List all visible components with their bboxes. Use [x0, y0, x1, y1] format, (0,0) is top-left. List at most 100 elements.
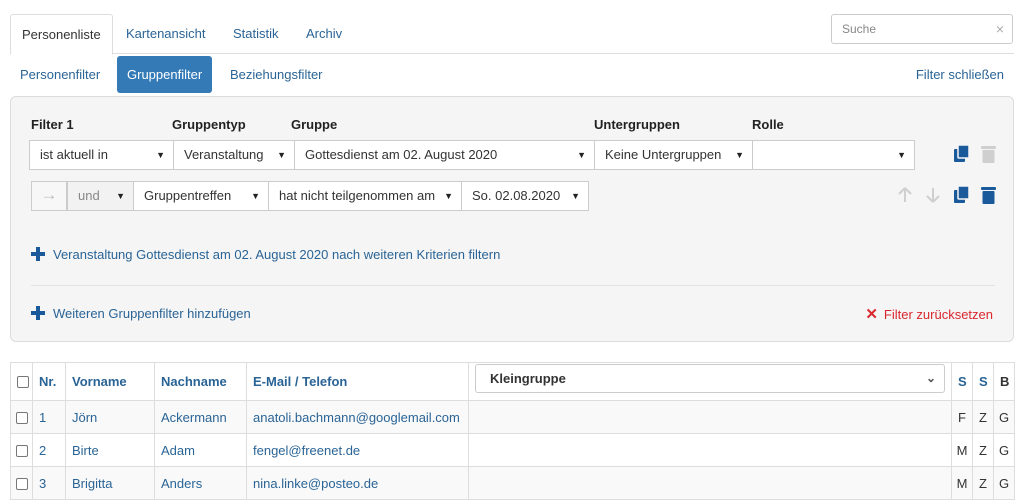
status-select[interactable]: ist aktuell in ▼	[29, 140, 174, 170]
cell-email[interactable]: anatoli.bachmann@googlemail.com	[246, 400, 469, 434]
col-b: B	[993, 362, 1015, 401]
col-kleingruppe: Kleingruppe ⌄	[468, 362, 952, 401]
cell-b: G	[993, 433, 1015, 467]
cell-email[interactable]: nina.linke@posteo.de	[246, 466, 469, 500]
cell-vorname[interactable]: Birte	[65, 433, 155, 467]
logic-select[interactable]: und ▼	[67, 181, 134, 211]
tab-archiv[interactable]: Archiv	[306, 14, 342, 55]
cell-nachname[interactable]: Anders	[154, 466, 247, 500]
reset-filter-label: Filter zurücksetzen	[883, 307, 993, 322]
table-row: 2 Birte Adam fengel@freenet.de M Z G	[10, 433, 1015, 467]
date-select[interactable]: So. 02.08.2020 ▼	[461, 181, 589, 211]
tab-kartenansicht[interactable]: Kartenansicht	[126, 14, 206, 55]
meeting-type-select[interactable]: Gruppentreffen ▼	[133, 181, 269, 211]
cell-vorname[interactable]: Jörn	[65, 400, 155, 434]
add-criteria-link[interactable]: Veranstaltung Gottesdienst am 02. August…	[31, 246, 500, 264]
row-checkbox-cell	[10, 433, 33, 467]
caret-down-icon: ▼	[897, 150, 906, 160]
caret-down-icon: ▼	[444, 191, 453, 201]
kleingruppe-select[interactable]: Kleingruppe ⌄	[475, 364, 945, 393]
cell-s2: Z	[972, 466, 994, 500]
close-filter-link[interactable]: Filter schließen	[916, 56, 1004, 93]
cell-vorname[interactable]: Brigitta	[65, 466, 155, 500]
row-checkbox[interactable]	[15, 444, 28, 457]
search-box: ×	[831, 14, 1013, 44]
gruppe-label: Gruppe	[291, 117, 338, 132]
search-input[interactable]	[832, 15, 982, 43]
trash-icon[interactable]	[981, 186, 996, 204]
gruppentyp-select[interactable]: Veranstaltung ▼	[173, 140, 295, 170]
cell-s2: Z	[972, 400, 994, 434]
cell-s1: M	[951, 466, 973, 500]
tab-statistik[interactable]: Statistik	[233, 14, 279, 55]
condition-select[interactable]: hat nicht teilgenommen am ▼	[268, 181, 462, 211]
cell-s1: M	[951, 433, 973, 467]
cell-email[interactable]: fengel@freenet.de	[246, 433, 469, 467]
col-nr[interactable]: Nr.	[32, 362, 66, 401]
rolle-label: Rolle	[752, 117, 784, 132]
caret-down-icon: ▼	[251, 191, 260, 201]
divider	[31, 285, 995, 286]
subnav-gruppenfilter[interactable]: Gruppenfilter	[117, 56, 213, 93]
reset-filter-link[interactable]: ✕ Filter zurücksetzen	[865, 305, 993, 323]
status-value: ist aktuell in	[40, 147, 108, 162]
col-s1[interactable]: S	[951, 362, 973, 401]
caret-down-icon: ▼	[277, 150, 286, 160]
caret-down-icon: ▼	[156, 150, 165, 160]
cell-kleingruppe	[468, 433, 952, 467]
caret-down-icon: ▼	[116, 191, 125, 201]
meeting-type-value: Gruppentreffen	[144, 188, 232, 203]
close-icon: ✕	[865, 306, 878, 323]
row-checkbox[interactable]	[15, 411, 28, 424]
gruppentyp-label: Gruppentyp	[172, 117, 246, 132]
clear-search-icon[interactable]: ×	[996, 21, 1004, 37]
add-group-filter-link[interactable]: Weiteren Gruppenfilter hinzufügen	[31, 305, 251, 323]
table-row: 1 Jörn Ackermann anatoli.bachmann@google…	[10, 400, 1015, 434]
row-checkbox-cell	[10, 466, 33, 500]
plus-icon	[31, 306, 45, 320]
add-criteria-label: Veranstaltung Gottesdienst am 02. August…	[53, 247, 501, 262]
trash-icon	[981, 146, 996, 163]
subnav-beziehungsfilter[interactable]: Beziehungsfilter	[230, 56, 323, 93]
col-vorname[interactable]: Vorname	[65, 362, 155, 401]
table-row: 3 Brigitta Anders nina.linke@posteo.de M…	[10, 466, 1015, 500]
subnav-personenfilter[interactable]: Personenfilter	[20, 56, 100, 93]
add-group-filter-label: Weiteren Gruppenfilter hinzufügen	[53, 306, 251, 321]
condition-value: hat nicht teilgenommen am	[279, 188, 436, 203]
copy-icon[interactable]	[953, 186, 970, 204]
untergruppen-select[interactable]: Keine Untergruppen ▼	[594, 140, 753, 170]
kleingruppe-value: Kleingruppe	[490, 371, 566, 386]
cell-nr[interactable]: 1	[32, 400, 66, 434]
col-s2[interactable]: S	[972, 362, 994, 401]
chevron-down-icon: ⌄	[925, 371, 936, 385]
person-table: Nr. Vorname Nachname E-Mail / Telefon Kl…	[10, 362, 1015, 500]
col-email[interactable]: E-Mail / Telefon	[246, 362, 469, 401]
untergruppen-value: Keine Untergruppen	[605, 147, 722, 162]
gruppe-select[interactable]: Gottesdienst am 02. August 2020 ▼	[294, 140, 595, 170]
cell-s2: Z	[972, 433, 994, 467]
cell-b: G	[993, 466, 1015, 500]
cell-nr[interactable]: 2	[32, 433, 66, 467]
col-nachname[interactable]: Nachname	[154, 362, 247, 401]
cell-kleingruppe	[468, 466, 952, 500]
tab-personenliste[interactable]: Personenliste	[10, 14, 113, 55]
cell-nr[interactable]: 3	[32, 466, 66, 500]
row-checkbox-cell	[10, 400, 33, 434]
rolle-select[interactable]: ▼	[752, 140, 915, 170]
cell-nachname[interactable]: Adam	[154, 433, 247, 467]
group-filter-panel: Filter 1 Gruppentyp Gruppe Untergruppen …	[10, 96, 1014, 342]
copy-icon[interactable]	[953, 145, 970, 163]
arrow-up-icon[interactable]	[898, 187, 912, 203]
select-all-checkbox[interactable]	[17, 376, 29, 388]
cell-nachname[interactable]: Ackermann	[154, 400, 247, 434]
row-checkbox[interactable]	[15, 477, 28, 490]
select-all-cell	[10, 362, 33, 401]
arrow-right-icon: →	[31, 181, 67, 211]
gruppentyp-value: Veranstaltung	[184, 147, 264, 162]
untergruppen-label: Untergruppen	[594, 117, 680, 132]
caret-down-icon: ▼	[577, 150, 586, 160]
cell-kleingruppe	[468, 400, 952, 434]
arrow-down-icon[interactable]	[926, 187, 940, 203]
caret-down-icon: ▼	[571, 191, 580, 201]
gruppe-value: Gottesdienst am 02. August 2020	[305, 147, 498, 162]
